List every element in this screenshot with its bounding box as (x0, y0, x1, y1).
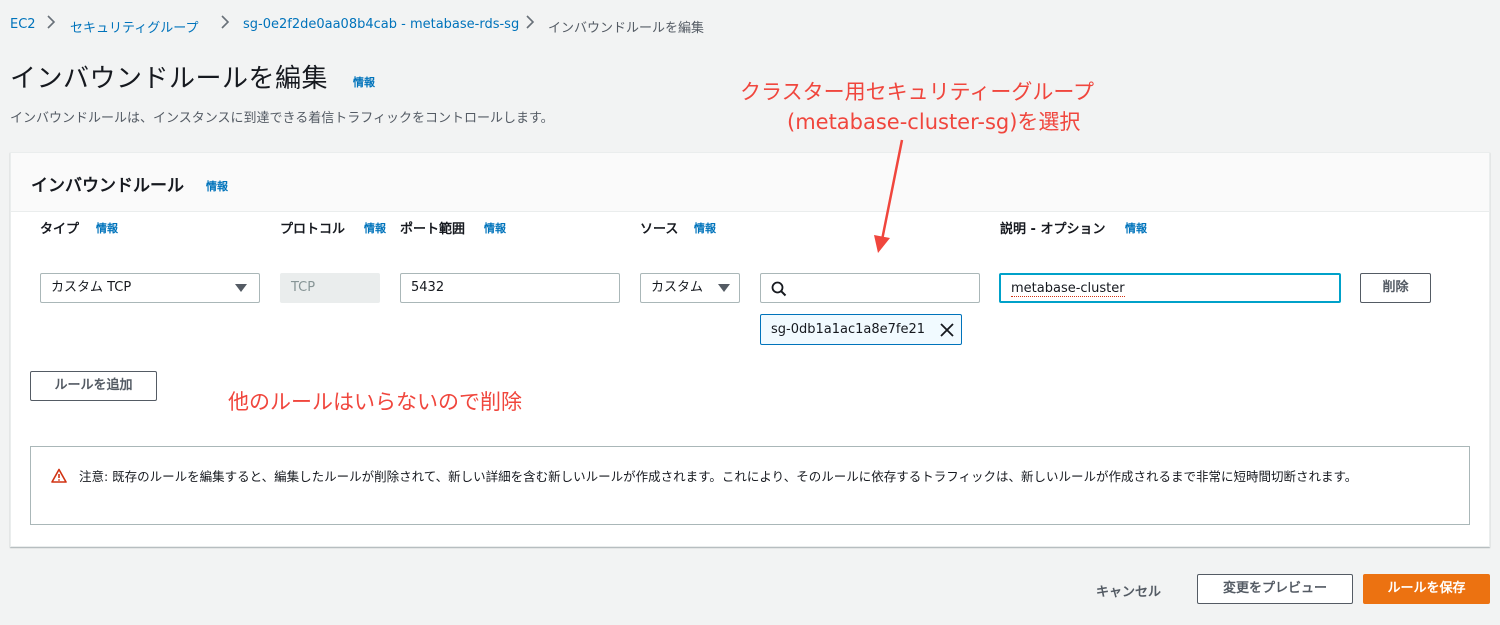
chevron-right-icon (46, 15, 56, 33)
source-type-select[interactable]: カスタム (640, 273, 740, 303)
description-value: metabase-cluster (1011, 281, 1125, 297)
column-label-description: 説明 - オプション (1000, 222, 1106, 237)
annotation-select-sg-line1: クラスター用セキュリティーグループ (740, 80, 1095, 104)
breadcrumb-security-groups[interactable]: セキュリティグループ (70, 17, 198, 36)
search-icon (771, 280, 787, 308)
breadcrumb-ec2[interactable]: EC2 (10, 17, 36, 32)
chevron-right-icon (220, 15, 230, 33)
save-rules-button[interactable]: ルールを保存 (1363, 574, 1490, 604)
caret-down-icon (718, 284, 730, 292)
delete-rule-button[interactable]: 削除 (1360, 273, 1431, 303)
arrow-annotation (874, 139, 904, 253)
protocol-value: TCP (291, 280, 316, 295)
port-range-info-link[interactable]: 情報 (484, 220, 506, 236)
column-label-source: ソース (640, 222, 679, 237)
warning-text: 注意: 既存のルールを編集すると、編集したルールが削除されて、新しい詳細を含む新… (79, 469, 1358, 484)
page-description: インバウンドルールは、インスタンスに到達できる着信トラフィックをコントロールしま… (10, 111, 554, 126)
description-input[interactable]: metabase-cluster (999, 273, 1341, 303)
source-token-label: sg-0db1a1ac1a8e7fe21 (771, 322, 926, 337)
source-info-link[interactable]: 情報 (694, 220, 716, 236)
page-title: インバウンドルールを編集 (10, 64, 329, 94)
panel-header: インバウンドルール 情報 (11, 153, 1489, 212)
source-search-input[interactable] (760, 273, 980, 303)
source-token: sg-0db1a1ac1a8e7fe21 (760, 314, 962, 345)
breadcrumb-security-group[interactable]: sg-0e2f2de0aa08b4cab - metabase-rds-sg (243, 17, 519, 32)
port-range-value: 5432 (411, 280, 445, 295)
type-select[interactable]: カスタム TCP (40, 273, 260, 303)
annotation-delete-others: 他のルールはいらないので削除 (228, 390, 522, 414)
type-info-link[interactable]: 情報 (96, 220, 118, 236)
annotation-select-sg-line2: (metabase-cluster-sg)を選択 (787, 110, 1081, 134)
add-rule-button[interactable]: ルールを追加 (30, 371, 157, 401)
preview-changes-button[interactable]: 変更をプレビュー (1197, 574, 1353, 604)
column-label-port-range: ポート範囲 (400, 222, 466, 237)
port-range-input[interactable]: 5432 (400, 273, 620, 303)
breadcrumb-current: インバウンドルールを編集 (548, 21, 705, 36)
panel-title: インバウンドルール (31, 176, 184, 196)
caret-down-icon (235, 284, 247, 292)
column-label-type: タイプ (40, 222, 80, 237)
protocol-field: TCP (280, 273, 380, 303)
close-icon[interactable] (937, 320, 957, 340)
description-info-link[interactable]: 情報 (1125, 220, 1147, 236)
page-info-link[interactable]: 情報 (353, 74, 375, 90)
panel-info-link[interactable]: 情報 (206, 178, 228, 194)
source-type-value: カスタム (651, 280, 704, 295)
column-label-protocol: プロトコル (280, 222, 346, 237)
cancel-button[interactable]: キャンセル (1096, 581, 1161, 600)
warning-alert: 注意: 既存のルールを編集すると、編集したルールが削除されて、新しい詳細を含む新… (30, 446, 1470, 525)
protocol-info-link[interactable]: 情報 (364, 220, 386, 236)
type-select-value: カスタム TCP (51, 280, 132, 295)
chevron-right-icon (525, 15, 535, 33)
warning-icon (51, 468, 67, 487)
